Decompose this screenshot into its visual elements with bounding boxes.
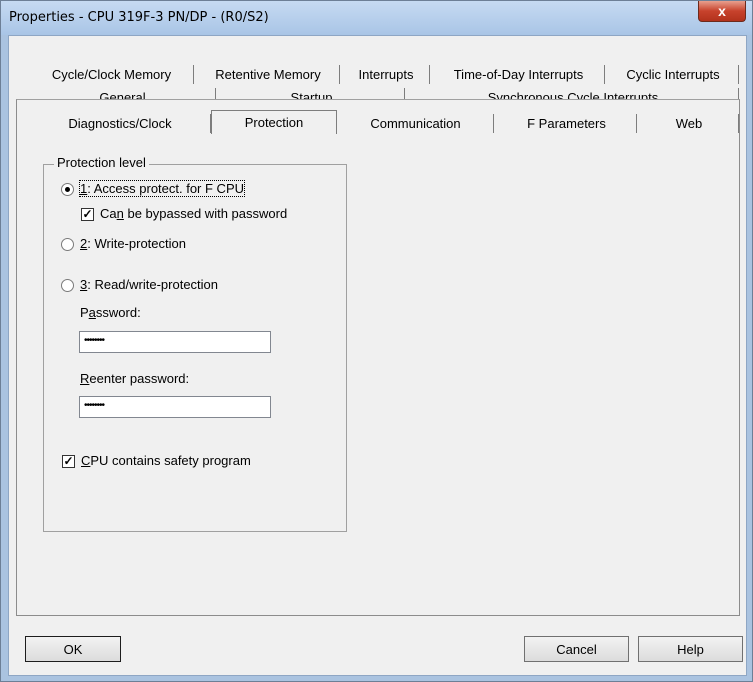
tab-f-parameters[interactable]: F Parameters — [497, 114, 637, 133]
tab-cyclic-interrupts[interactable]: Cyclic Interrupts — [608, 65, 739, 84]
ok-button[interactable]: OK — [25, 636, 121, 662]
checkbox-label-safety-program[interactable]: CPU contains safety program — [81, 453, 251, 468]
checkbox-bypass-password[interactable]: ✓ — [81, 208, 94, 221]
title-bar: Properties - CPU 319F-3 PN/DP - (R0/S2) … — [1, 1, 752, 35]
checkbox-label-bypass[interactable]: Can be bypassed with password — [100, 206, 287, 221]
radio-label-access-protect[interactable]: 1: Access protect. for F CPU — [78, 180, 246, 197]
tab-communication[interactable]: Communication — [338, 114, 494, 133]
radio-write-protection[interactable] — [61, 238, 74, 251]
reenter-password-field[interactable]: •••••••• — [79, 396, 271, 418]
close-button[interactable]: x — [698, 1, 746, 22]
radio-access-protect-f-cpu[interactable] — [61, 183, 74, 196]
radio-label-read-write-protection[interactable]: 3: Read/write-protection — [80, 277, 218, 292]
tab-diagnostics-clock[interactable]: Diagnostics/Clock — [30, 114, 211, 133]
radio-label-write-protection[interactable]: 2: Write-protection — [80, 236, 186, 251]
tab-interrupts[interactable]: Interrupts — [343, 65, 430, 84]
help-button[interactable]: Help — [638, 636, 743, 662]
tab-web[interactable]: Web — [640, 114, 739, 133]
window-title: Properties - CPU 319F-3 PN/DP - (R0/S2) — [9, 10, 269, 25]
tab-time-of-day-interrupts[interactable]: Time-of-Day Interrupts — [433, 65, 605, 84]
tab-protection[interactable]: Protection — [211, 110, 337, 134]
checkbox-cpu-safety-program[interactable]: ✓ — [62, 455, 75, 468]
tab-cycle-clock-memory[interactable]: Cycle/Clock Memory — [30, 65, 194, 84]
reenter-password-label: Reenter password: — [80, 371, 190, 386]
radio-read-write-protection[interactable] — [61, 279, 74, 292]
cancel-button[interactable]: Cancel — [524, 636, 629, 662]
tab-retentive-memory[interactable]: Retentive Memory — [197, 65, 340, 84]
protection-level-legend: Protection level — [54, 155, 149, 170]
password-label: Password: — [80, 305, 141, 320]
password-field[interactable]: •••••••• — [79, 331, 271, 353]
